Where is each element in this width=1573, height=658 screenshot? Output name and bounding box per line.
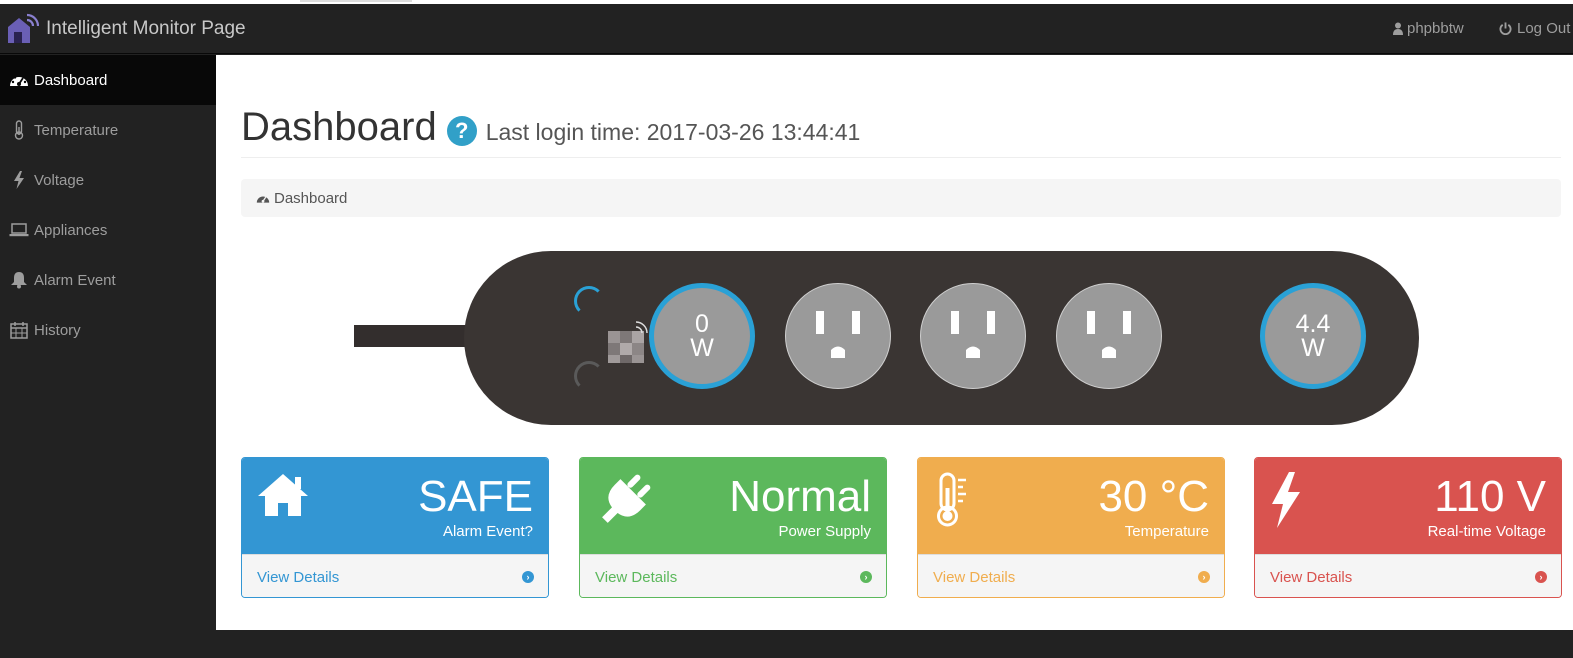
power-icon [1499, 22, 1512, 35]
bolt-icon [9, 170, 29, 190]
outlet-2-socket-icon[interactable] [785, 283, 891, 389]
power-supply-value: Normal [729, 472, 871, 521]
thermometer-icon [9, 120, 29, 140]
power-supply-panel: Normal Power Supply View Details › [579, 457, 887, 598]
logout-link[interactable]: Log Out [1499, 20, 1570, 37]
laptop-icon [9, 220, 29, 240]
outlet-3-socket-icon[interactable] [920, 283, 1026, 389]
power-supply-label: Power Supply [778, 523, 871, 540]
sidebar-item-temperature[interactable]: Temperature [0, 105, 216, 155]
sidebar-item-appliances[interactable]: Appliances [0, 205, 216, 255]
user-icon [1393, 22, 1403, 35]
view-details-label: View Details [595, 568, 678, 586]
arrow-circle-right-icon: › [1198, 571, 1210, 583]
sidebar-item-label: History [34, 321, 81, 339]
view-details-link[interactable]: View Details › [1255, 554, 1561, 597]
alarm-event-panel: SAFE Alarm Event? View Details › [241, 457, 549, 598]
view-details-link[interactable]: View Details › [242, 554, 548, 597]
sidebar-item-label: Dashboard [34, 71, 108, 89]
view-details-link[interactable]: View Details › [580, 554, 886, 597]
page-title: Dashboard [241, 105, 437, 149]
logout-label: Log Out [1517, 20, 1571, 37]
loading-spinner-icon [574, 361, 604, 391]
alarm-status-value: SAFE [418, 472, 533, 521]
outlet-1-power-unit: W [690, 334, 714, 362]
home-icon [258, 474, 308, 516]
sidebar-item-history[interactable]: History [0, 305, 216, 355]
plug-icon [602, 474, 651, 523]
last-login-time: Last login time: 2017-03-26 13:44:41 [485, 119, 861, 145]
dashboard-icon [9, 70, 29, 90]
page-header: Dashboard ? Last login time: 2017-03-26 … [241, 105, 1561, 158]
user-menu[interactable]: phpbbtw [1393, 20, 1464, 37]
voltage-label: Real-time Voltage [1427, 523, 1546, 540]
panel-heading: 110 V Real-time Voltage [1255, 458, 1561, 554]
sidebar-item-voltage[interactable]: Voltage [0, 155, 216, 205]
view-details-label: View Details [257, 568, 340, 586]
arrow-circle-right-icon: › [1535, 571, 1547, 583]
outlet-1-power-value: 0 [695, 310, 709, 338]
brand-title[interactable]: Intelligent Monitor Page [46, 18, 246, 40]
voltage-panel: 110 V Real-time Voltage View Details › [1254, 457, 1562, 598]
breadcrumb-current: Dashboard [274, 189, 348, 207]
dashboard-icon [256, 195, 270, 203]
sidebar-item-label: Voltage [34, 171, 85, 189]
temperature-label: Temperature [1124, 523, 1209, 540]
view-details-link[interactable]: View Details › [918, 554, 1224, 597]
thermometer-icon [937, 472, 966, 527]
browser-tab-edge [300, 0, 412, 2]
top-navbar: Intelligent Monitor Page phpbbtw Log Out [0, 4, 1573, 54]
outlet-4-socket-icon[interactable] [1056, 283, 1162, 389]
bell-icon [9, 270, 29, 290]
outlet-1-meter[interactable]: 0 W [649, 283, 755, 389]
outlet-5-power-unit: W [1301, 334, 1325, 362]
sidebar: Dashboard Temperature Voltage Appliances… [0, 55, 216, 658]
calendar-icon [9, 320, 29, 340]
power-strip-body: 0 W 4.4 W [464, 251, 1419, 425]
voltage-value: 110 V [1434, 472, 1546, 521]
panel-heading: 30 °C Temperature [918, 458, 1224, 554]
alarm-status-label: Alarm Event? [442, 523, 533, 540]
power-strip: 0 W 4.4 W [354, 251, 1424, 426]
sidebar-item-label: Temperature [34, 121, 119, 139]
temperature-value: 30 °C [1098, 472, 1209, 521]
panel-heading: SAFE Alarm Event? [242, 458, 548, 554]
power-cord [354, 325, 474, 347]
view-details-label: View Details [1270, 568, 1353, 586]
arrow-circle-right-icon: › [522, 571, 534, 583]
wifi-module-icon [608, 321, 648, 363]
bolt-icon [1272, 472, 1300, 528]
home-wifi-logo-icon[interactable] [5, 12, 40, 46]
user-name: phpbbtw [1407, 20, 1464, 37]
help-icon[interactable]: ? [446, 116, 477, 146]
temperature-panel: 30 °C Temperature View Details › [917, 457, 1225, 598]
outlet-5-power-value: 4.4 [1295, 310, 1331, 338]
sidebar-item-label: Appliances [34, 221, 108, 239]
view-details-label: View Details [933, 568, 1016, 586]
sidebar-item-dashboard[interactable]: Dashboard [0, 55, 216, 105]
main-content: Dashboard ? Last login time: 2017-03-26 … [216, 55, 1573, 630]
arrow-circle-right-icon: › [860, 571, 872, 583]
sidebar-item-alarm-event[interactable]: Alarm Event [0, 255, 216, 305]
breadcrumb: Dashboard [241, 179, 1561, 217]
sidebar-item-label: Alarm Event [34, 271, 116, 289]
panel-heading: Normal Power Supply [580, 458, 886, 554]
loading-spinner-icon [574, 286, 604, 316]
outlet-5-meter[interactable]: 4.4 W [1260, 283, 1366, 389]
